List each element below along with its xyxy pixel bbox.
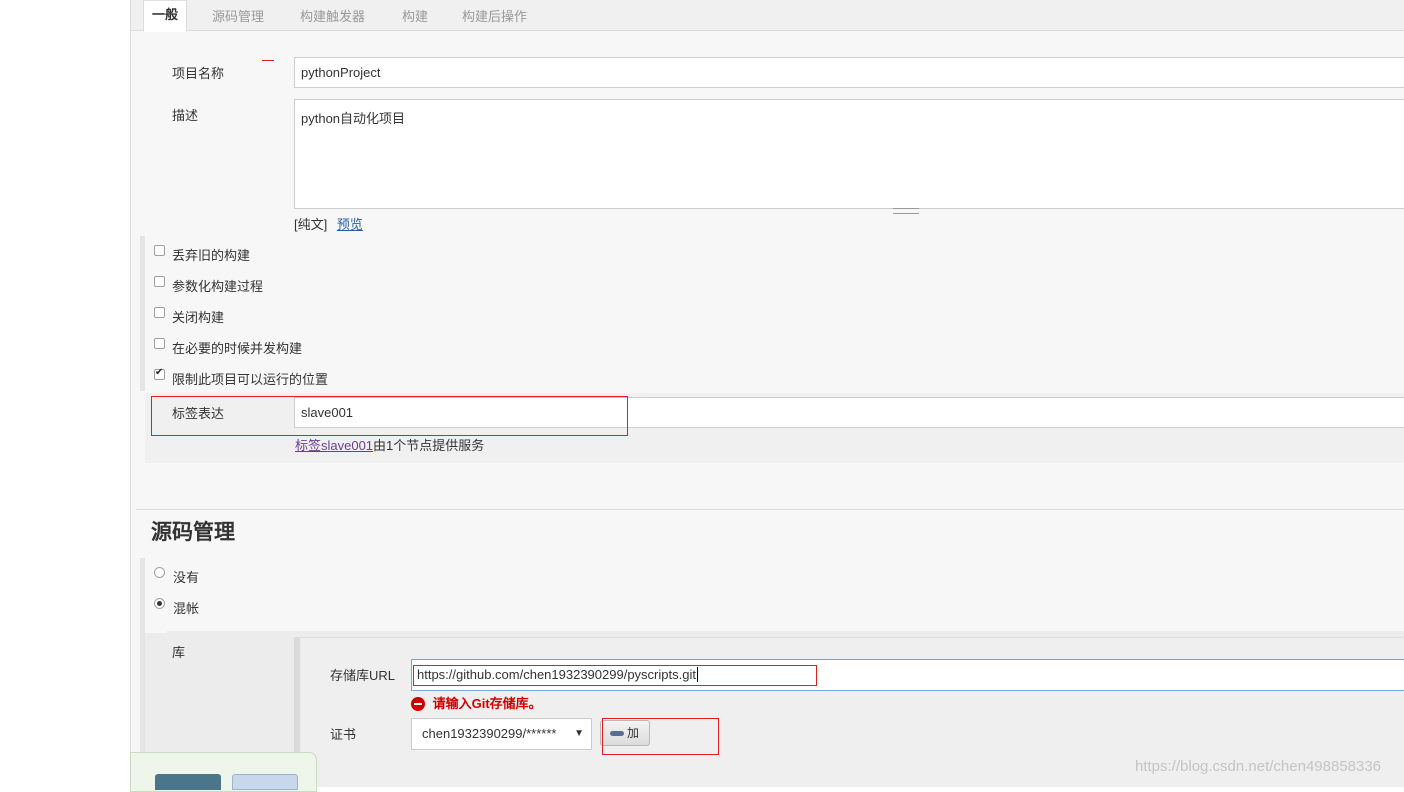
repository-label: 库 [172,645,186,660]
option-label: 参数化构建过程 [172,279,264,294]
label-node-link[interactable]: 标签slave001 [295,438,373,453]
credentials-value: chen1932390299/****** [422,726,557,741]
annotation-box [413,665,817,686]
scm-option-label: 没有 [173,570,200,585]
repo-error: 请输入Git存储库。 [411,696,542,712]
option-label: 限制此项目可以运行的位置 [172,372,329,387]
preview-link[interactable]: 预览 [337,217,363,232]
chevron-down-icon: ▼ [574,728,584,739]
repo-url-label: 存储库URL [330,668,396,683]
restrict-location-checkbox[interactable] [154,367,165,380]
project-name-input[interactable]: pythonProject [294,57,1404,88]
tab-general[interactable]: 一般 [143,0,188,32]
section-divider [136,509,1404,510]
description-textarea[interactable]: python自动化项目 [294,99,1404,209]
description-label: 描述 [172,108,199,123]
section-strip [140,236,145,391]
annotation-dash [262,60,274,61]
annotation-box [151,396,628,436]
label-hint-text: 由1个节点提供服务 [373,438,485,453]
project-name-label: 项目名称 [172,66,225,81]
concurrent-build-checkbox[interactable] [154,338,165,349]
tab-build[interactable]: 构建 [402,6,428,25]
credentials-select[interactable]: chen1932390299/****** ▼ [411,718,592,750]
format-links: [纯文] 预览 [294,214,363,233]
save-button[interactable] [155,774,221,790]
resize-handle[interactable] [893,208,919,214]
discard-builds-checkbox[interactable] [154,245,165,256]
credentials-label: 证书 [330,727,357,742]
option-label: 丢弃旧的构建 [172,248,251,263]
label-hint: 标签slave001由1个节点提供服务 [295,435,484,454]
option-label: 关闭构建 [172,310,225,325]
scm-git-radio[interactable] [154,598,165,609]
apply-button[interactable] [232,774,298,790]
parameterized-checkbox[interactable] [154,276,165,287]
error-icon [411,697,425,711]
watermark: https://blog.csdn.net/chen498858336 [1135,758,1382,775]
tab-triggers[interactable]: 构建触发器 [300,6,365,25]
tab-scm[interactable]: 源码管理 [212,6,264,25]
scm-option-label: 混帐 [173,601,200,616]
option-label: 在必要的时候并发构建 [172,341,303,356]
tab-bar: 一般 源码管理 构建触发器 构建 构建后操作 [131,0,1404,32]
scm-heading: 源码管理 [151,521,235,544]
plain-text-label: [纯文] [294,217,328,232]
annotation-box [602,718,719,755]
tab-post-build[interactable]: 构建后操作 [462,6,527,25]
repo-error-text: 请输入Git存储库。 [432,696,542,711]
disable-build-checkbox[interactable] [154,307,165,318]
scm-none-radio[interactable] [154,567,165,578]
panel-notch [145,621,167,633]
